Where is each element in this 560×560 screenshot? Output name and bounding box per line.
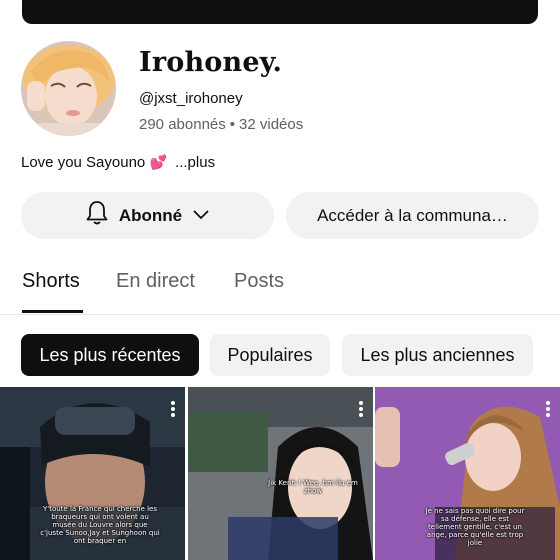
tab-posts[interactable]: Posts bbox=[234, 270, 284, 293]
heart-emoji-icon: 💕 bbox=[149, 154, 167, 170]
active-tab-indicator bbox=[22, 310, 83, 313]
short-caption-3: Je ne sais pas quoi dire pour sa défense… bbox=[425, 507, 525, 547]
video-count: 32 vidéos bbox=[239, 116, 304, 133]
more-vert-icon[interactable] bbox=[171, 401, 175, 419]
community-label: Accéder à la communa… bbox=[317, 205, 508, 225]
tab-live[interactable]: En direct bbox=[116, 270, 195, 293]
channel-handle: @jxst_irohoney bbox=[139, 90, 243, 107]
short-caption-2: Jik Kenh ! Wee, hm ilu em zhow bbox=[268, 479, 358, 495]
more-vert-icon[interactable] bbox=[359, 401, 363, 419]
short-caption-1: Y'toute la France qui cherche les braque… bbox=[40, 505, 160, 545]
stats-separator: • bbox=[229, 116, 236, 133]
tab-shorts[interactable]: Shorts bbox=[22, 270, 80, 293]
top-banner bbox=[22, 0, 538, 24]
subscribed-label: Abonné bbox=[118, 205, 183, 225]
short-thumbnail-2[interactable]: Jik Kenh ! Wee, hm ilu em zhow bbox=[188, 387, 373, 560]
bio-more-link[interactable]: ...plus bbox=[175, 154, 215, 171]
filter-chip-popular[interactable]: Populaires bbox=[210, 334, 330, 376]
filter-chip-recent[interactable]: Les plus récentes bbox=[21, 334, 199, 376]
subscriber-count: 290 abonnés bbox=[139, 116, 226, 133]
community-button[interactable]: Accéder à la communa… bbox=[286, 192, 539, 239]
short-thumbnail-3[interactable]: Je ne sais pas quoi dire pour sa défense… bbox=[375, 387, 560, 560]
short-thumbnail-1[interactable]: Y'toute la France qui cherche les braque… bbox=[0, 387, 185, 560]
bell-icon bbox=[85, 200, 109, 231]
channel-tabs: Shorts En direct Posts bbox=[0, 258, 560, 315]
subscribed-button[interactable]: Abonné bbox=[21, 192, 274, 239]
more-vert-icon[interactable] bbox=[546, 401, 550, 419]
channel-stats: 290 abonnés • 32 vidéos bbox=[139, 116, 303, 133]
channel-bio[interactable]: Love you Sayouno 💕 ...plus bbox=[21, 154, 215, 171]
channel-name: Irohoney. bbox=[139, 47, 283, 78]
channel-avatar[interactable] bbox=[21, 41, 116, 136]
chevron-down-icon bbox=[192, 206, 210, 226]
bio-text: Love you Sayouno bbox=[21, 154, 146, 171]
filter-chip-oldest[interactable]: Les plus anciennes bbox=[342, 334, 533, 376]
